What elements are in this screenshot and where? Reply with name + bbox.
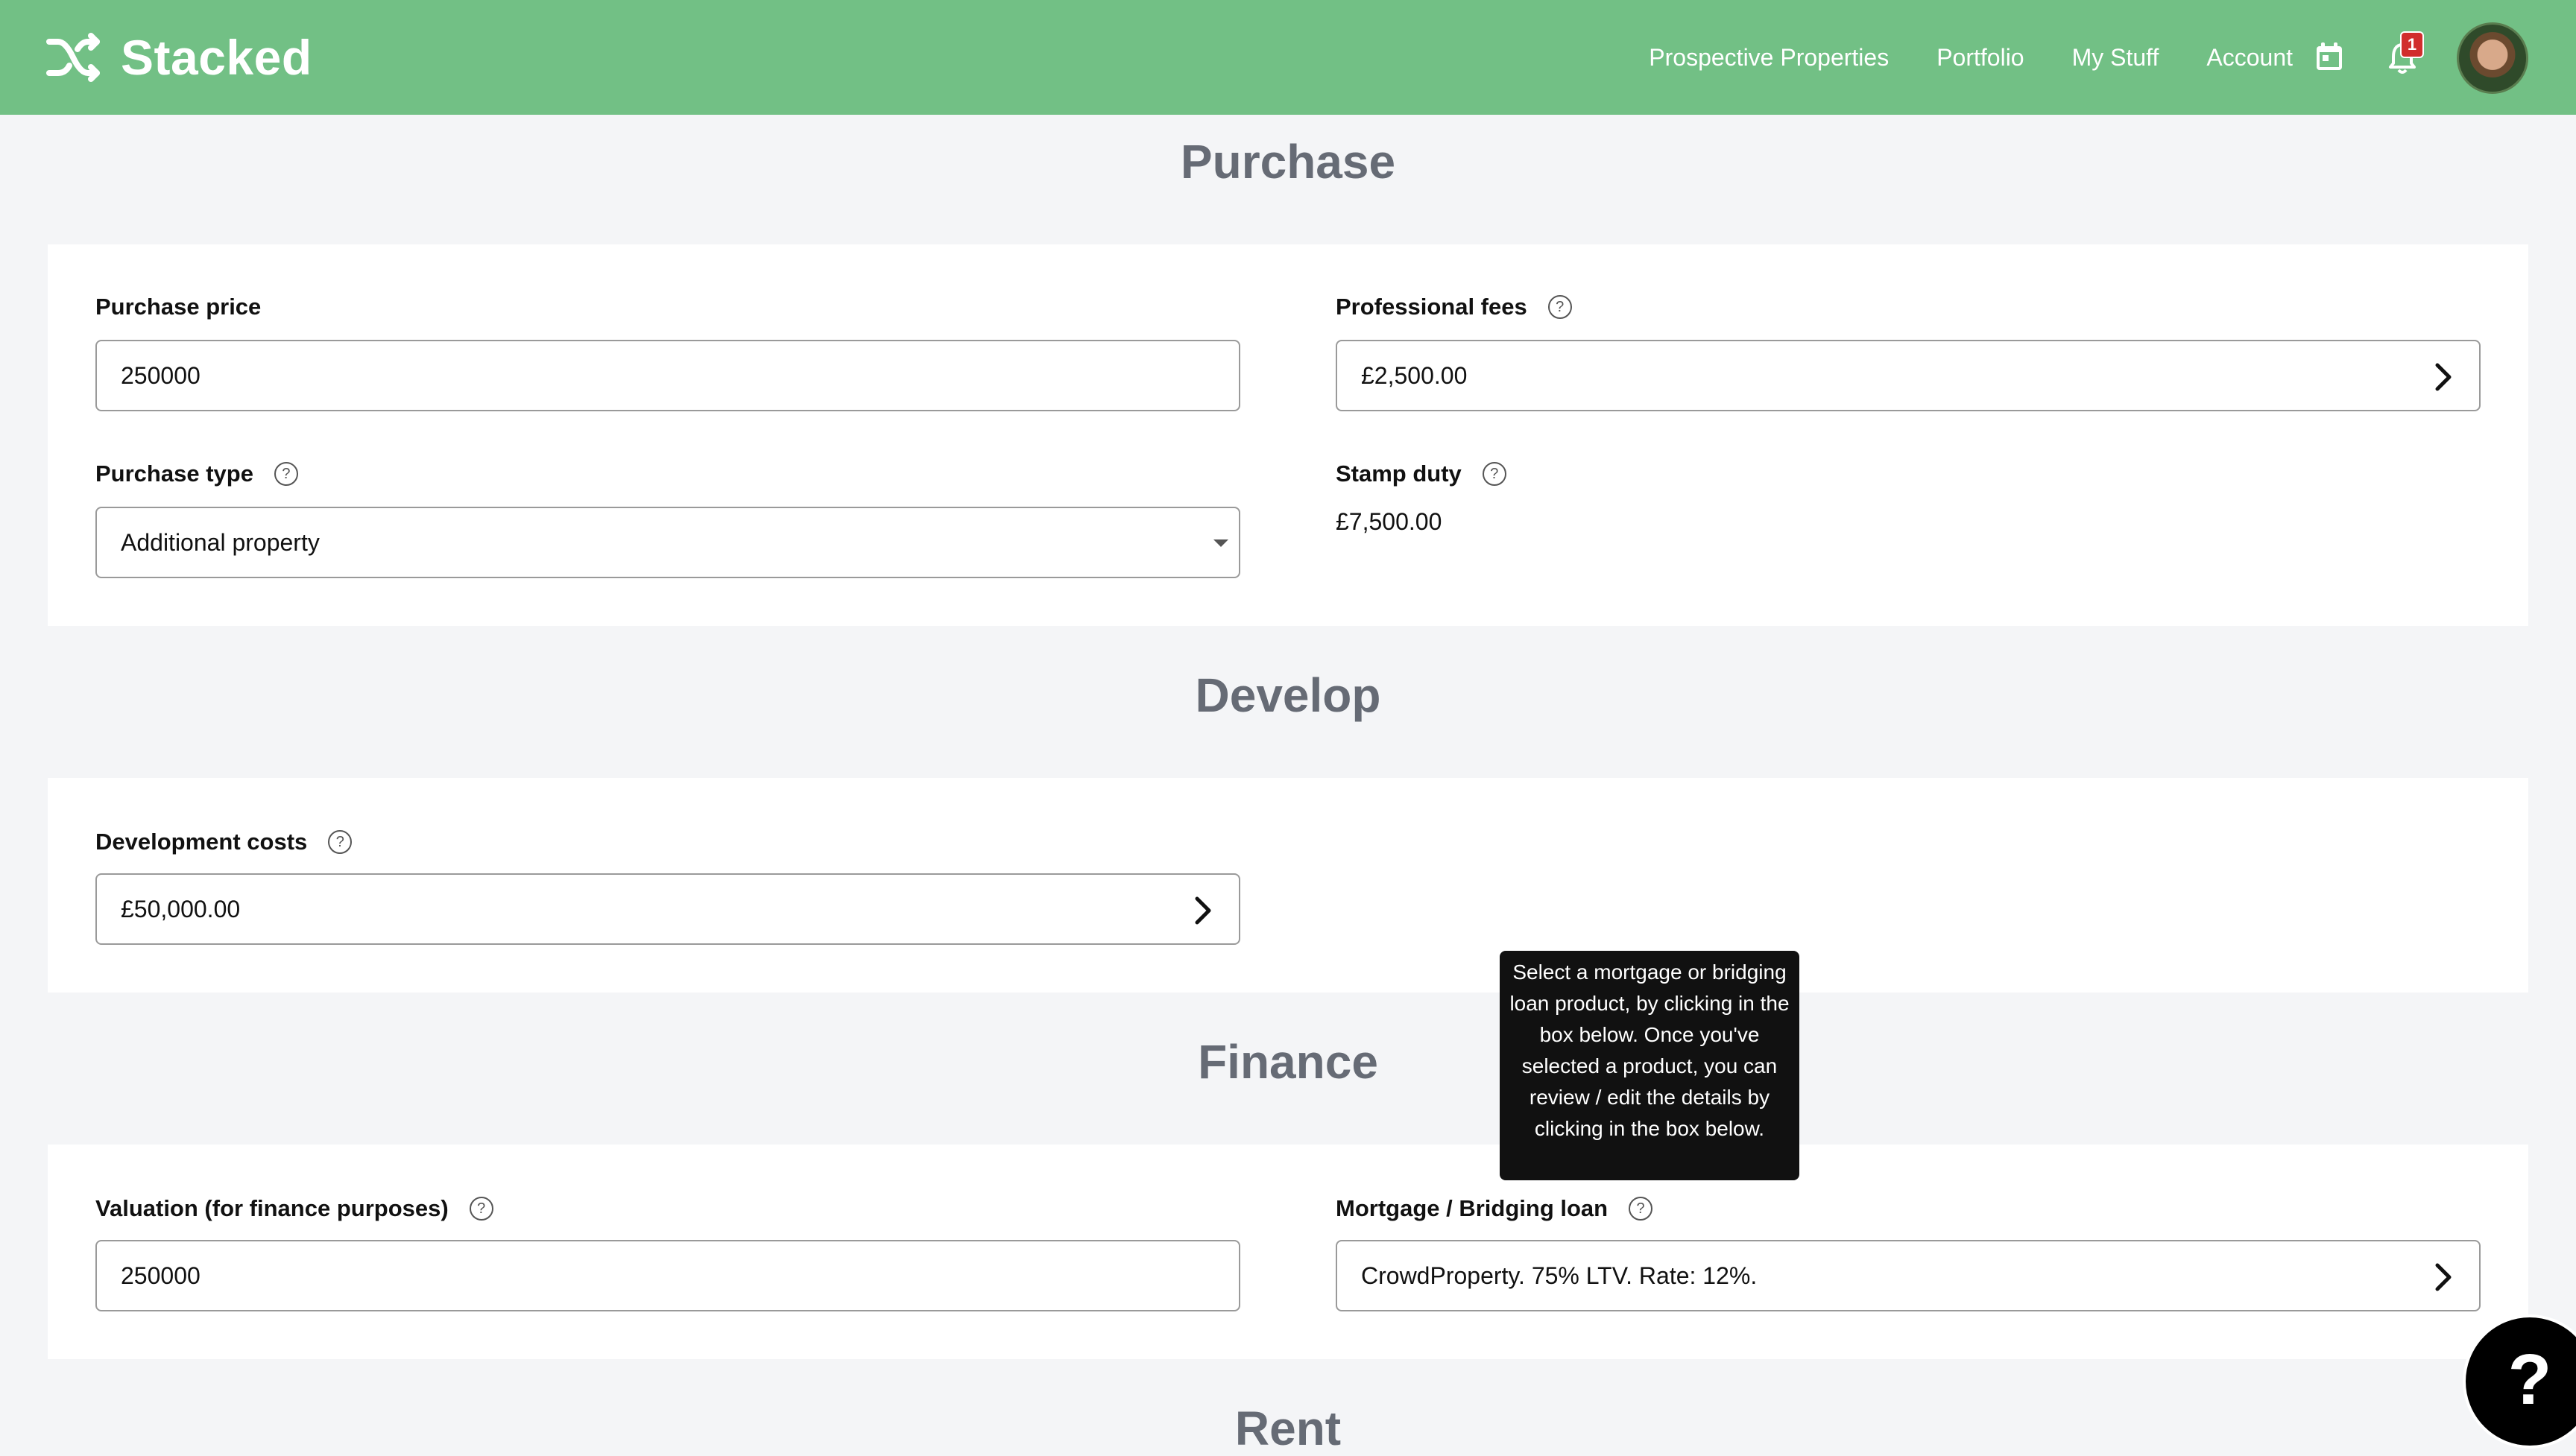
purchase-price-input[interactable]: 250000 (95, 340, 1240, 411)
purchase-type-label-text: Purchase type (95, 460, 253, 487)
professional-fees-label: Professional fees ? (1336, 294, 1572, 320)
stamp-duty-label-text: Stamp duty (1336, 460, 1462, 487)
question-circle-icon[interactable]: ? (274, 462, 298, 486)
section-title-finance: Finance (1198, 1035, 1378, 1089)
finance-card: Valuation (for finance purposes) ? 25000… (48, 1145, 2528, 1359)
valuation-input[interactable]: 250000 (95, 1240, 1240, 1311)
purchase-type-value: Additional property (121, 528, 320, 556)
valuation-value: 250000 (121, 1262, 201, 1289)
top-nav-bar: Stacked Prospective Properties Portfolio… (0, 0, 2576, 115)
purchase-card: Purchase price 250000 Professional fees … (48, 244, 2528, 626)
brand-name: Stacked (121, 30, 312, 85)
mortgage-label: Mortgage / Bridging loan ? (1336, 1195, 1653, 1222)
purchase-price-label: Purchase price (95, 294, 261, 320)
professional-fees-field[interactable]: £2,500.00 (1336, 340, 2481, 411)
nav-my-stuff[interactable]: My Stuff (2072, 44, 2159, 72)
shuffle-logo-icon (46, 33, 100, 82)
mortgage-label-text: Mortgage / Bridging loan (1336, 1195, 1609, 1221)
chevron-right-icon (2435, 363, 2452, 391)
question-circle-icon[interactable]: ? (328, 830, 353, 854)
chevron-right-icon (1195, 896, 1211, 925)
mortgage-value: CrowdProperty. 75% LTV. Rate: 12%. (1361, 1262, 1758, 1289)
section-title-develop: Develop (1195, 668, 1381, 722)
chevron-right-icon (2435, 1263, 2452, 1291)
notification-badge: 1 (2400, 31, 2424, 58)
development-costs-field[interactable]: £50,000.00 (95, 873, 1240, 945)
nav-account[interactable]: Account (2206, 44, 2293, 72)
main-nav: Prospective Properties Portfolio My Stuf… (1601, 0, 2293, 115)
development-costs-label: Development costs ? (95, 829, 353, 855)
question-circle-icon[interactable]: ? (1482, 462, 1506, 486)
question-circle-icon[interactable]: ? (1547, 295, 1572, 319)
mortgage-field[interactable]: CrowdProperty. 75% LTV. Rate: 12%. (1336, 1240, 2481, 1311)
nav-prospective-properties[interactable]: Prospective Properties (1649, 44, 1889, 72)
purchase-price-label-text: Purchase price (95, 294, 262, 320)
development-costs-value: £50,000.00 (121, 895, 241, 922)
valuation-label-text: Valuation (for finance purposes) (95, 1195, 449, 1221)
avatar[interactable] (2457, 22, 2528, 94)
mortgage-tooltip: Select a mortgage or bridging loan produ… (1500, 951, 1799, 1180)
caret-down-icon (1213, 539, 1228, 547)
stamp-duty-label: Stamp duty ? (1336, 460, 1506, 487)
stamp-duty-value: £7,500.00 (1336, 508, 1442, 535)
professional-fees-label-text: Professional fees (1336, 294, 1527, 320)
valuation-label: Valuation (for finance purposes) ? (95, 1195, 493, 1222)
question-circle-icon[interactable]: ? (469, 1197, 493, 1221)
develop-card: Development costs ? £50,000.00 (48, 778, 2528, 993)
section-title-purchase: Purchase (1180, 135, 1396, 189)
purchase-type-select[interactable]: Additional property (95, 507, 1240, 578)
question-circle-icon[interactable]: ? (1629, 1197, 1653, 1221)
development-costs-label-text: Development costs (95, 829, 308, 855)
nav-portfolio[interactable]: Portfolio (1936, 44, 2024, 72)
calendar-icon[interactable] (2311, 39, 2348, 76)
section-title-rent: Rent (1234, 1402, 1342, 1455)
professional-fees-value: £2,500.00 (1361, 361, 1468, 389)
purchase-type-label: Purchase type ? (95, 460, 298, 487)
purchase-price-value: 250000 (121, 361, 201, 389)
brand-logo[interactable]: Stacked (45, 25, 312, 89)
